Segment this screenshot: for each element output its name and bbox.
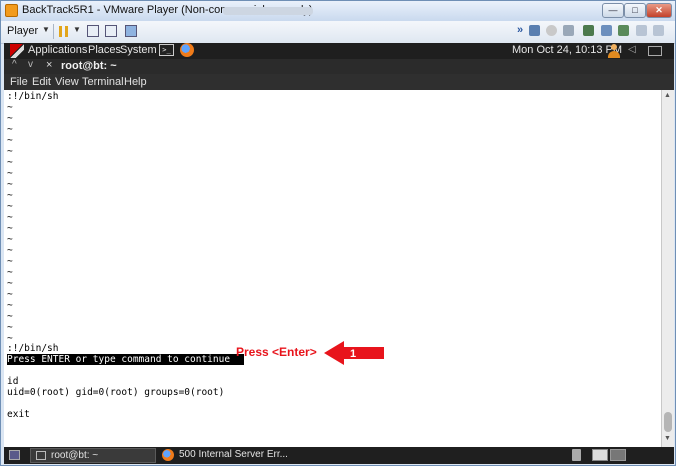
vim-tilde-line: ~ — [7, 168, 13, 179]
usb-icon[interactable] — [636, 25, 647, 36]
scrollbar-thumb[interactable] — [664, 412, 672, 432]
show-desktop-icon[interactable] — [9, 450, 20, 460]
scroll-down-arrow-icon[interactable]: ▼ — [664, 435, 671, 442]
vim-tilde-line: ~ — [7, 179, 13, 190]
user-icon[interactable] — [607, 44, 621, 58]
vim-tilde-line: ~ — [7, 102, 13, 113]
scroll-up-arrow-icon[interactable]: ▲ — [664, 92, 671, 99]
more-devices-icon[interactable]: » — [517, 24, 523, 36]
backtrack-logo-icon[interactable] — [9, 44, 25, 58]
vim-tilde-line: ~ — [7, 311, 13, 322]
vim-tilde-line: ~ — [7, 223, 13, 234]
firefox-launcher-icon[interactable] — [180, 43, 194, 57]
vim-tilde-line: ~ — [7, 234, 13, 245]
terminal-line: exit — [7, 409, 30, 420]
workspace-2[interactable] — [610, 449, 626, 461]
vim-tilde-line: ~ — [7, 113, 13, 124]
toolbar-divider — [53, 24, 54, 39]
taskbar-terminal-button[interactable]: root@bt: ~ — [30, 448, 156, 463]
chevron-down-icon[interactable]: ▼ — [42, 25, 50, 34]
trash-icon[interactable] — [572, 449, 581, 461]
taskbar-firefox-button[interactable]: 500 Internal Server Err... — [159, 448, 299, 463]
sound-card-icon[interactable] — [618, 25, 629, 36]
gnome-top-panel: Applications Places System >_ Mon Oct 24… — [4, 43, 674, 59]
guest-screen[interactable]: Applications Places System >_ Mon Oct 24… — [4, 43, 674, 464]
firefox-icon — [162, 449, 174, 461]
gnome-bottom-panel: root@bt: ~ 500 Internal Server Err... — [4, 447, 674, 464]
callout-arrow: 1 — [324, 341, 384, 365]
taskbar-firefox-label: 500 Internal Server Err... — [179, 449, 288, 460]
panel-clock[interactable]: Mon Oct 24, 10:13 PM — [512, 44, 622, 56]
workspace-1[interactable] — [592, 449, 608, 461]
terminal-menubar: File Edit View Terminal Help — [4, 74, 674, 90]
vim-tilde-line: ~ — [7, 267, 13, 278]
terminal-scrollbar[interactable]: ▲ ▼ — [661, 90, 674, 447]
cdrom-icon[interactable] — [546, 25, 557, 36]
menu-help[interactable]: Help — [124, 76, 147, 88]
close-icon[interactable]: × — [46, 59, 52, 71]
places-menu[interactable]: Places — [88, 44, 121, 56]
vim-tilde-line: ~ — [7, 135, 13, 146]
vim-continue-prompt: Press ENTER or type command to continue — [7, 354, 245, 365]
network-icon[interactable] — [87, 25, 99, 37]
mail-icon[interactable] — [648, 46, 662, 56]
unity-icon[interactable] — [125, 25, 137, 37]
menu-edit[interactable]: Edit — [32, 76, 51, 88]
menu-terminal[interactable]: Terminal — [82, 76, 124, 88]
volume-icon[interactable]: ◁ — [628, 44, 636, 55]
printer-icon[interactable] — [601, 25, 612, 36]
chevron-down-icon[interactable]: ▼ — [73, 25, 81, 34]
terminal-window-title: root@bt: ~ — [61, 60, 117, 72]
network-adapter-icon[interactable] — [583, 25, 594, 36]
vim-tilde-line: ~ — [7, 278, 13, 289]
vim-tilde-line: ~ — [7, 245, 13, 256]
vim-tilde-line: ~ — [7, 201, 13, 212]
applications-menu[interactable]: Applications — [28, 44, 87, 56]
step-number: 1 — [350, 348, 356, 360]
vmware-app-icon — [5, 4, 18, 17]
vim-tilde-line: ~ — [7, 289, 13, 300]
vim-tilde-line: ~ — [7, 157, 13, 168]
terminal-line: id — [7, 376, 19, 387]
terminal-line: :!/bin/sh — [7, 343, 59, 354]
vim-tilde-line: ~ — [7, 124, 13, 135]
annotation-label: Press <Enter> — [236, 345, 317, 359]
maximize-button[interactable]: □ — [624, 3, 646, 18]
vmware-window: BackTrack5R1 - VMware Player (Non-commer… — [0, 0, 676, 466]
message-icon[interactable] — [653, 25, 664, 36]
close-button[interactable]: ✕ — [646, 3, 672, 18]
vim-tilde-line: ~ — [7, 322, 13, 333]
maximize-arrow-icon[interactable]: ^ — [12, 59, 17, 70]
terminal-titlebar: ^ v × root@bt: ~ — [4, 59, 674, 74]
terminal-output[interactable]: :!/bin/sh ~ ~ ~ ~ ~ ~ ~ ~ ~ ~ ~ ~ ~ ~ ~ ~ ~ ~ ~ ~ ~ ~ :!/bin/… — [4, 90, 661, 447]
terminal-icon — [36, 451, 46, 460]
vim-tilde-line: ~ — [7, 256, 13, 267]
vim-tilde-line: ~ — [7, 212, 13, 223]
pause-icon[interactable] — [59, 26, 69, 37]
vmware-titlebar: BackTrack5R1 - VMware Player (Non-commer… — [1, 1, 675, 21]
floppy-icon[interactable] — [563, 25, 574, 36]
vim-tilde-line: ~ — [7, 300, 13, 311]
player-menu[interactable]: Player — [7, 25, 38, 37]
menu-view[interactable]: View — [55, 76, 79, 88]
terminal-line: :!/bin/sh — [7, 91, 59, 102]
vim-tilde-line: ~ — [7, 190, 13, 201]
terminal-launcher-icon[interactable]: >_ — [159, 44, 174, 56]
redacted-title-text — [223, 7, 313, 15]
menu-file[interactable]: File — [10, 76, 28, 88]
terminal-line: uid=0(root) gid=0(root) groups=0(root) — [7, 387, 225, 398]
system-menu[interactable]: System — [120, 44, 157, 56]
fullscreen-icon[interactable] — [105, 25, 117, 37]
minimize-button[interactable]: — — [602, 3, 624, 18]
harddisk-icon[interactable] — [529, 25, 540, 36]
vmware-toolbar: Player ▼ ▼ » — [1, 21, 675, 44]
minimize-arrow-icon[interactable]: v — [28, 59, 33, 70]
vim-tilde-line: ~ — [7, 146, 13, 157]
taskbar-terminal-label: root@bt: ~ — [51, 450, 99, 461]
